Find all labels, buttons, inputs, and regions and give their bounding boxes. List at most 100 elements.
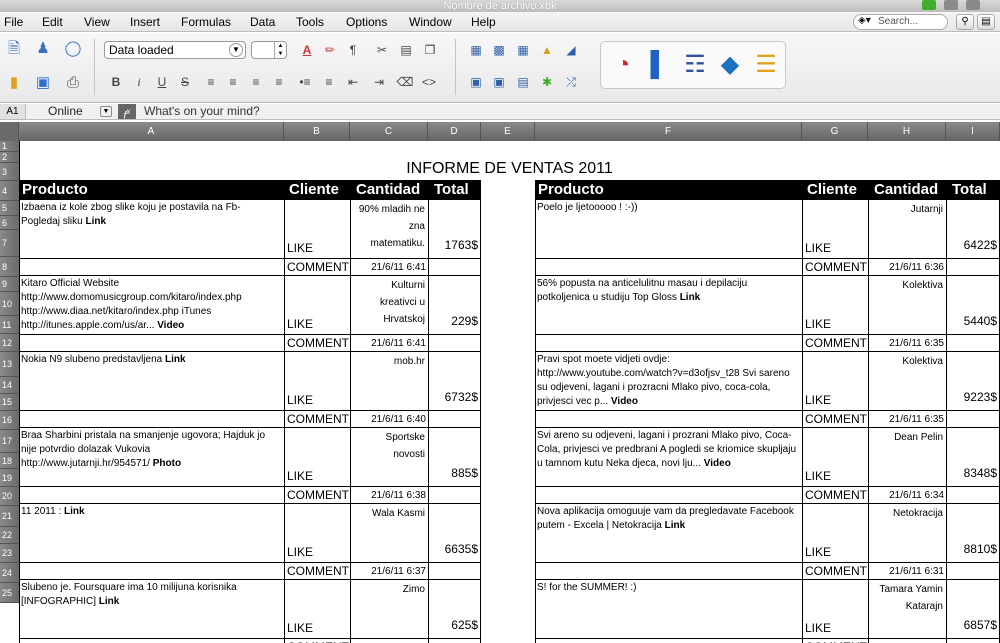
line-chart-icon[interactable]: ☶ <box>679 49 711 81</box>
row-header[interactable]: 6 <box>0 216 19 230</box>
column-header-e[interactable]: E <box>481 122 535 141</box>
row-header[interactable]: 15 <box>0 394 19 411</box>
chevron-down-icon[interactable]: ▼ <box>100 106 112 117</box>
save-icon[interactable]: ▣ <box>33 73 53 93</box>
select-all-corner[interactable] <box>0 122 19 141</box>
shapes-icon[interactable]: ◆ <box>714 49 746 81</box>
bar-chart-icon[interactable]: ▌ <box>643 49 675 81</box>
highlight-icon[interactable]: ✏ <box>321 41 339 59</box>
database-icon[interactable]: ☰ <box>750 49 782 81</box>
align-right-icon[interactable]: ≡ <box>270 73 288 91</box>
menu-help[interactable]: Help <box>467 14 500 30</box>
row-header[interactable]: 17 <box>0 430 19 453</box>
frame-icon[interactable]: ▣ <box>490 73 508 91</box>
row-header[interactable]: 24 <box>0 563 19 583</box>
row-header[interactable]: 13 <box>0 352 19 377</box>
menu-file[interactable]: File <box>0 14 27 30</box>
slides-icon[interactable]: ▤ <box>514 73 532 91</box>
column-header-c[interactable]: C <box>350 122 428 141</box>
window-zoom-button[interactable] <box>922 0 936 10</box>
chart-small-icon[interactable]: ◢ <box>562 41 580 59</box>
menu-data[interactable]: Data <box>246 14 279 30</box>
new-doc-icon[interactable]: 🗎 <box>4 39 24 59</box>
row-header[interactable]: 3 <box>0 163 19 181</box>
spreadsheet-grid[interactable]: INFORME DE VENTAS 2011 Producto Cliente … <box>19 141 1000 643</box>
zoom-button[interactable]: ⚲ <box>956 14 974 30</box>
column-header-g[interactable]: G <box>802 122 868 141</box>
column-header-i[interactable]: I <box>946 122 1000 141</box>
function-button[interactable]: fx <box>118 104 136 121</box>
column-header-d[interactable]: D <box>428 122 481 141</box>
menu-tools[interactable]: Tools <box>292 14 328 30</box>
row-header[interactable]: 22 <box>0 527 19 544</box>
strikethrough-icon[interactable]: S <box>176 73 194 91</box>
column-header-f[interactable]: F <box>535 122 802 141</box>
product-tag-link[interactable]: Video <box>157 320 184 331</box>
numbered-list-icon[interactable]: ≡ <box>320 73 338 91</box>
table-icon[interactable]: ▦ <box>467 41 485 59</box>
row-header[interactable]: 18 <box>0 453 19 469</box>
menu-edit[interactable]: Edit <box>38 14 67 30</box>
panel-button[interactable]: ▤ <box>977 14 995 30</box>
row-header[interactable]: 5 <box>0 201 19 216</box>
row-header[interactable]: 16 <box>0 411 19 430</box>
copy-icon[interactable]: ❐ <box>421 41 439 59</box>
image-icon[interactable]: ▲ <box>538 41 556 59</box>
users-icon[interactable]: ♟ <box>33 39 53 59</box>
code-icon[interactable]: <> <box>420 73 438 91</box>
pilcrow-icon[interactable]: ¶ <box>344 41 362 59</box>
row-header[interactable]: 2 <box>0 152 19 163</box>
row-header[interactable]: 25 <box>0 583 19 603</box>
product-tag-link[interactable]: Link <box>85 216 106 227</box>
menu-options[interactable]: Options <box>342 14 391 30</box>
underline-icon[interactable]: U <box>153 73 171 91</box>
cell-reference[interactable]: A1 <box>0 104 26 119</box>
product-tag-link[interactable]: Video <box>611 396 638 407</box>
status-dropdown[interactable]: Data loaded ▼ <box>104 41 246 59</box>
row-header[interactable]: 14 <box>0 377 19 394</box>
calendar-icon[interactable]: ▩ <box>490 41 508 59</box>
row-header[interactable]: 23 <box>0 544 19 563</box>
column-header-h[interactable]: H <box>868 122 946 141</box>
puzzle-icon[interactable]: ✱ <box>538 73 556 91</box>
indent-icon[interactable]: ⇥ <box>370 73 388 91</box>
formula-input[interactable]: What's on your mind? <box>144 104 260 119</box>
row-header[interactable]: 19 <box>0 469 19 487</box>
cut-icon[interactable]: ✂ <box>373 41 391 59</box>
align-center-icon[interactable]: ≡ <box>247 73 265 91</box>
column-header-a[interactable]: A <box>19 122 284 141</box>
align-left-icon[interactable]: ≡ <box>224 73 242 91</box>
eraser-icon[interactable]: ⌫ <box>396 73 414 91</box>
italic-icon[interactable]: i <box>130 73 148 91</box>
bullet-list-icon[interactable]: •≡ <box>296 73 314 91</box>
paste-icon[interactable]: ▤ <box>397 41 415 59</box>
product-tag-link[interactable]: Link <box>64 506 85 517</box>
window-minimize-button[interactable] <box>966 0 980 10</box>
product-tag-link[interactable]: Link <box>99 596 120 607</box>
pie-chart-icon[interactable]: ◔ <box>607 49 639 81</box>
menu-view[interactable]: View <box>80 14 114 30</box>
product-tag-link[interactable]: Link <box>665 520 686 531</box>
product-tag-link[interactable]: Video <box>704 458 731 469</box>
grid-icon[interactable]: ▦ <box>514 41 532 59</box>
menu-formulas[interactable]: Formulas <box>177 14 235 30</box>
chat-icon[interactable]: ◯ <box>63 39 83 59</box>
menu-window[interactable]: Window <box>405 14 456 30</box>
row-header[interactable]: 10 <box>0 292 19 316</box>
window-close-button[interactable] <box>944 0 958 10</box>
column-header-b[interactable]: B <box>284 122 350 141</box>
row-header[interactable]: 12 <box>0 334 19 352</box>
font-size-stepper[interactable]: ▲ ▼ <box>251 41 287 59</box>
row-header[interactable]: 20 <box>0 487 19 506</box>
justify-icon[interactable]: ≡ <box>202 73 220 91</box>
row-header[interactable]: 21 <box>0 506 19 527</box>
outdent-icon[interactable]: ⇤ <box>344 73 362 91</box>
picture-icon[interactable]: ▣ <box>467 73 485 91</box>
shuffle-icon[interactable]: ⤮ <box>562 73 580 91</box>
product-tag-link[interactable]: Link <box>680 292 701 303</box>
row-header[interactable]: 4 <box>0 181 19 201</box>
folder-icon[interactable]: ▮ <box>4 73 24 93</box>
row-header[interactable]: 8 <box>0 257 19 277</box>
font-color-icon[interactable]: A <box>298 41 316 59</box>
row-header[interactable]: 7 <box>0 230 19 257</box>
